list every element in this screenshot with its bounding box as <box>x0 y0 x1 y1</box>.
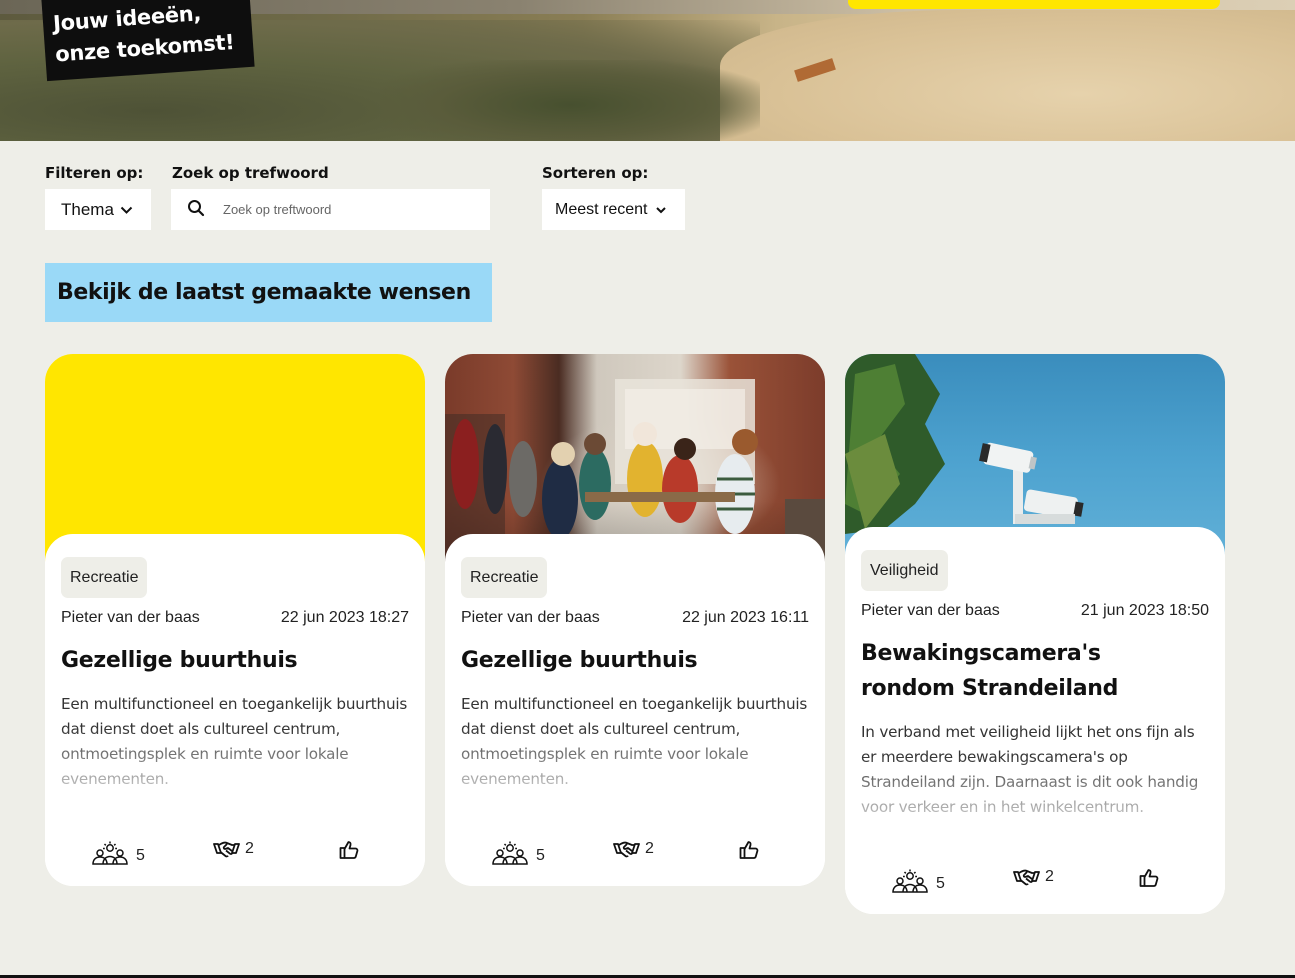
sort-label: Sorteren op: <box>542 164 649 182</box>
wish-card[interactable]: Recreatie Pieter van der baas 22 jun 202… <box>445 354 825 886</box>
theme-filter-dropdown[interactable]: Thema <box>45 189 151 230</box>
people-sun-icon <box>91 840 129 866</box>
sort-value: Meest recent <box>555 200 648 218</box>
like-button[interactable] <box>739 840 759 860</box>
thumbs-up-icon <box>339 840 359 860</box>
collaborators-stat: 2 <box>1013 868 1054 886</box>
card-title: Bewakingscamera's rondom Strandeiland <box>861 641 1119 701</box>
like-button[interactable] <box>339 840 359 860</box>
community-center-photo <box>445 354 825 564</box>
hero-banner: Jouw ideeën, onze toekomst! <box>0 0 1295 141</box>
collaborators-stat: 2 <box>613 840 654 858</box>
supporters-stat: 5 <box>891 868 945 894</box>
card-description: Een multifunctioneel en toegankelijk buu… <box>461 695 808 788</box>
collaborators-count: 2 <box>1045 868 1054 885</box>
thumbs-up-icon <box>739 840 759 860</box>
card-title: Gezellige buurthuis <box>461 648 698 673</box>
card-tag[interactable]: Veiligheid <box>861 550 948 591</box>
section-title: Bekijk de laatst gemaakte wensen <box>45 263 492 322</box>
sort-dropdown[interactable]: Meest recent <box>542 189 685 230</box>
wish-card[interactable]: Veiligheid Pieter van der baas 21 jun 20… <box>845 354 1225 914</box>
supporters-count: 5 <box>536 847 545 864</box>
search-label: Zoek op trefwoord <box>172 164 329 182</box>
people-sun-icon <box>491 840 529 866</box>
handshake-icon <box>213 840 240 858</box>
search-input[interactable]: Zoek op treftwoord <box>171 189 490 230</box>
supporters-count: 5 <box>136 847 145 864</box>
card-title: Gezellige buurthuis <box>61 648 298 673</box>
supporters-stat: 5 <box>491 840 545 866</box>
chevron-down-icon <box>656 201 667 219</box>
card-description: Een multifunctioneel en toegankelijk buu… <box>61 695 408 788</box>
card-author: Pieter van der baas <box>861 602 1000 619</box>
thumbs-up-icon <box>1139 868 1159 888</box>
filter-label: Filteren op: <box>45 164 144 182</box>
search-icon <box>187 199 205 221</box>
people-sun-icon <box>891 868 929 894</box>
card-date: 22 jun 2023 16:11 <box>682 609 809 626</box>
search-placeholder: Zoek op treftwoord <box>223 202 332 217</box>
collaborators-count: 2 <box>645 840 654 857</box>
supporters-count: 5 <box>936 875 945 892</box>
card-tag[interactable]: Recreatie <box>61 557 148 598</box>
collaborators-count: 2 <box>245 840 254 857</box>
card-tag[interactable]: Recreatie <box>461 557 548 598</box>
chevron-down-icon <box>120 200 133 220</box>
card-date: 21 jun 2023 18:50 <box>1080 602 1209 619</box>
card-date: 22 jun 2023 18:27 <box>280 609 409 626</box>
like-button[interactable] <box>1139 868 1159 888</box>
card-description: In verband met veiligheid lijkt het ons … <box>861 723 1199 816</box>
wish-card[interactable]: Recreatie Pieter van der baas 22 jun 202… <box>45 354 425 886</box>
card-author: Pieter van der baas <box>461 609 600 626</box>
card-author: Pieter van der baas <box>61 609 200 626</box>
handshake-icon <box>1013 868 1040 886</box>
supporters-stat: 5 <box>91 840 145 866</box>
collaborators-stat: 2 <box>213 840 254 858</box>
card-image-placeholder <box>45 354 425 564</box>
theme-filter-value: Thema <box>61 199 114 219</box>
hero-yellow-button[interactable] <box>848 0 1220 9</box>
handshake-icon <box>613 840 640 858</box>
